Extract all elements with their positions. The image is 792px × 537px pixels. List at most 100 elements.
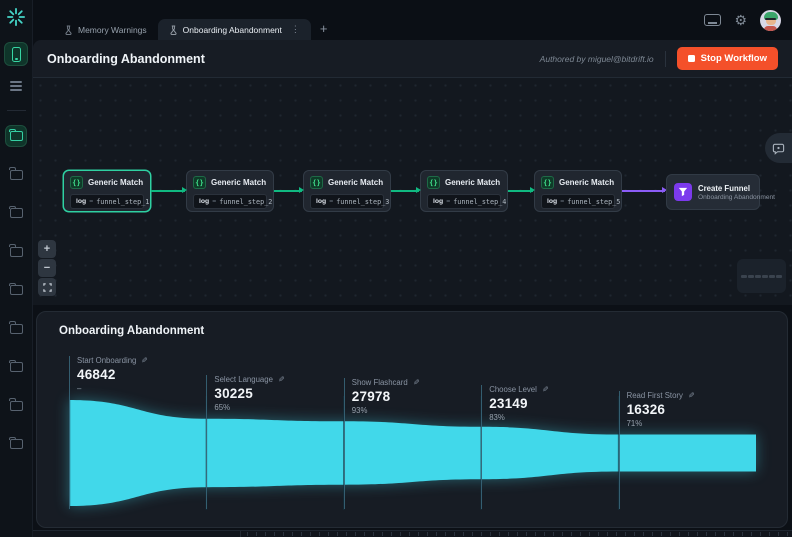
workflow-node-5[interactable]: {} Generic Match log = funnel_step_5 (534, 170, 622, 212)
workflow-node-4[interactable]: {} Generic Match log = funnel_step_4 (420, 170, 508, 212)
funnel-icon (674, 183, 692, 201)
zoom-in-button[interactable]: + (38, 240, 56, 258)
funnel-panel: Onboarding Abandonment Start Onboarding … (36, 311, 788, 528)
edit-icon[interactable]: ✎ (278, 375, 285, 384)
device-nav-button[interactable] (4, 42, 28, 66)
node-title: Generic Match (211, 178, 267, 187)
folder-item[interactable] (5, 241, 27, 263)
braces-icon: {} (193, 176, 206, 189)
folder-item[interactable] (5, 433, 27, 455)
bitdrift-logo-icon (7, 8, 25, 26)
node-title: Generic Match (88, 178, 144, 187)
folder-icon (9, 436, 23, 449)
new-tab-button[interactable]: + (320, 22, 328, 35)
tab-memory-warnings[interactable]: Memory Warnings (53, 19, 158, 40)
main-area: Memory Warnings Onboarding Abandonment ⋮… (33, 0, 792, 537)
workflow-node-2[interactable]: {} Generic Match log = funnel_step_2 (186, 170, 274, 212)
next-panel-divider (240, 531, 241, 537)
stop-icon (687, 55, 695, 62)
chat-assistant-tab[interactable] (765, 133, 792, 163)
stage-label: Choose Level (489, 385, 537, 394)
user-avatar[interactable] (760, 9, 781, 31)
create-funnel-node[interactable]: Create Funnel Onboarding Abandonment (666, 174, 775, 210)
braces-icon: {} (70, 176, 83, 189)
stop-workflow-label: Stop Workflow (700, 53, 767, 64)
output-node-title: Create Funnel (698, 183, 750, 193)
folder-item-active[interactable] (5, 125, 27, 147)
folder-icon (9, 398, 23, 411)
stage-percentage: 71% (626, 419, 643, 428)
stage-value: 46842 (77, 367, 116, 382)
stage-percentage: 83% (489, 413, 505, 422)
edge-connector (508, 187, 535, 193)
node-title: Generic Match (328, 178, 384, 187)
stage-value: 30225 (214, 386, 253, 401)
stage-label: Show Flashcard (351, 378, 408, 387)
folder-icon (9, 167, 23, 180)
folder-item[interactable] (5, 318, 27, 340)
folder-icon (9, 359, 23, 372)
fit-view-button[interactable] (38, 278, 56, 296)
top-tab-bar: Memory Warnings Onboarding Abandonment ⋮… (33, 0, 792, 40)
edit-icon[interactable]: ✎ (141, 356, 148, 365)
edge-connector-purple (622, 187, 667, 193)
keyboard-shortcuts-icon[interactable] (704, 14, 722, 26)
edge-connector (274, 187, 304, 193)
stage-label: Read First Story (626, 391, 683, 400)
braces-icon: {} (310, 176, 323, 189)
folder-item[interactable] (5, 395, 27, 417)
node-condition: log = funnel_step_2 (193, 194, 272, 209)
edge-connector (391, 187, 421, 193)
authored-by-text: Authored by miguel@bitdrift.io (539, 53, 654, 64)
folder-item[interactable] (5, 202, 27, 224)
workflow-canvas[interactable]: {} Generic Match log = funnel_step_1 {} … (33, 78, 792, 305)
flask-icon (170, 24, 177, 35)
braces-icon: {} (541, 176, 554, 189)
tab-menu-icon[interactable]: ⋮ (291, 24, 300, 35)
edit-icon[interactable]: ✎ (542, 385, 549, 394)
canvas-zoom-controls: + − (38, 240, 56, 296)
zoom-out-button[interactable]: − (38, 259, 56, 277)
funnel-stage-4: Choose Level ✎ 23149 83% (481, 385, 549, 509)
fit-view-icon (42, 282, 52, 292)
folder-item[interactable] (5, 279, 27, 301)
folder-item[interactable] (5, 356, 27, 378)
phone-icon (11, 46, 21, 62)
stop-workflow-button[interactable]: Stop Workflow (676, 47, 778, 70)
workflow-header: Onboarding Abandonment Authored by migue… (33, 40, 792, 78)
tab-label: Onboarding Abandonment (182, 24, 282, 35)
next-panel-ticks (247, 532, 788, 536)
funnel-panel-title: Onboarding Abandonment (59, 325, 205, 337)
edit-icon[interactable]: ✎ (413, 378, 420, 387)
folder-list (5, 125, 27, 455)
node-title: Generic Match (445, 178, 501, 187)
sidebar (0, 0, 33, 537)
folder-icon (9, 321, 23, 334)
workflow-node-3[interactable]: {} Generic Match log = funnel_step_3 (303, 170, 391, 212)
sidebar-divider (6, 110, 26, 111)
funnel-stage-5: Read First Story ✎ 16326 71% (618, 391, 695, 509)
output-node-subtitle: Onboarding Abandonment (698, 193, 775, 201)
tab-label: Memory Warnings (78, 24, 147, 35)
workflow-header-actions: Authored by miguel@bitdrift.io Stop Work… (540, 47, 778, 70)
workflow-node-1[interactable]: {} Generic Match log = funnel_step_1 (63, 170, 151, 212)
node-title: Generic Match (559, 178, 615, 187)
node-condition: log = funnel_step_3 (310, 194, 389, 209)
tab-strip: Memory Warnings Onboarding Abandonment ⋮… (53, 19, 328, 40)
folder-icon (9, 205, 23, 218)
settings-gear-icon[interactable]: ⚙ (734, 13, 747, 27)
canvas-minimap[interactable] (737, 259, 786, 293)
edge-connector (151, 187, 187, 193)
folder-icon (9, 244, 23, 257)
edit-icon[interactable]: ✎ (688, 391, 695, 400)
workflow-title: Onboarding Abandonment (47, 51, 205, 66)
node-condition: log = funnel_step_4 (427, 194, 506, 209)
folder-item[interactable] (5, 164, 27, 186)
list-icon (10, 81, 22, 91)
chat-bubble-icon (772, 143, 785, 155)
funnel-stage-2: Select Language ✎ 30225 65% (206, 375, 285, 509)
tab-onboarding-abandonment[interactable]: Onboarding Abandonment ⋮ (157, 19, 311, 40)
stage-value: 16326 (626, 402, 666, 417)
stage-value: 27978 (351, 389, 391, 404)
list-nav-button[interactable] (4, 74, 28, 98)
